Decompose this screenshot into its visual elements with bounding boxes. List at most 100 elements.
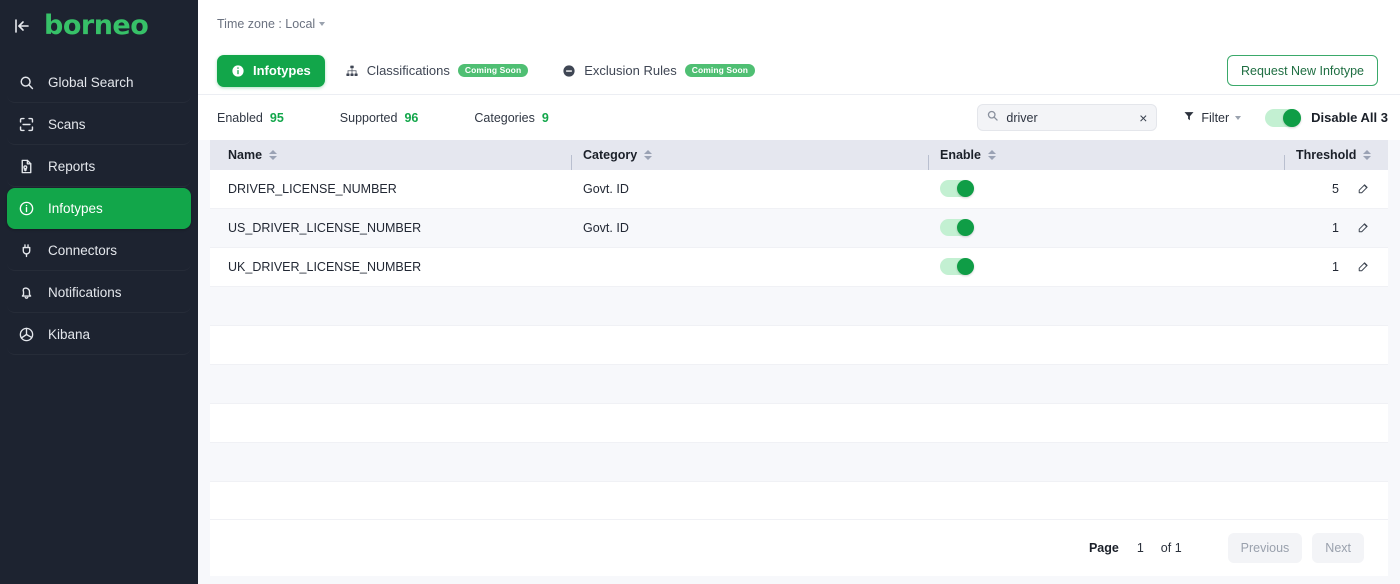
bottom-padding [198, 576, 1400, 584]
table-row-empty [210, 404, 1388, 443]
collapse-panel-icon[interactable] [12, 16, 32, 36]
toggle-knob [957, 258, 974, 276]
row-enable-toggle[interactable] [940, 219, 974, 237]
clear-search-icon[interactable]: × [1139, 111, 1148, 125]
chevron-down-icon [319, 21, 326, 26]
topbar: Time zone : Local [198, 0, 1400, 47]
report-document-icon [17, 157, 35, 175]
coming-soon-badge: Coming Soon [684, 63, 756, 78]
stat-enabled: Enabled 95 [217, 111, 284, 125]
sidebar-item-label: Kibana [48, 326, 91, 342]
page-number[interactable]: 1 [1137, 541, 1144, 555]
sidebar-item-label: Connectors [48, 242, 118, 258]
edit-pencil-icon[interactable] [1357, 182, 1370, 195]
kibana-pie-icon [17, 325, 35, 343]
cell-name: UK_DRIVER_LICENSE_NUMBER [228, 259, 422, 274]
tab-label: Infotypes [253, 63, 311, 78]
sidebar-item-reports[interactable]: Reports [7, 146, 191, 187]
tab-label: Exclusion Rules [584, 63, 677, 78]
cell-enable [928, 219, 1284, 237]
column-label: Category [583, 147, 638, 162]
column-header-name[interactable]: Name [216, 148, 571, 162]
timezone-label: Time zone : Local [217, 16, 316, 31]
app-root: borneo Global Search Scans Reports Infot… [0, 0, 1400, 584]
edit-pencil-icon[interactable] [1357, 221, 1370, 234]
table-row-empty [210, 286, 1388, 326]
search-icon [17, 73, 35, 91]
filter-label: Filter [1201, 110, 1230, 125]
table-row-empty [210, 482, 1388, 519]
column-header-category[interactable]: Category [571, 147, 928, 170]
sort-arrows-icon[interactable] [1363, 149, 1372, 160]
sidebar-item-scans[interactable]: Scans [7, 104, 191, 145]
disable-all-control[interactable]: Disable All 3 [1265, 108, 1388, 127]
cell-name: DRIVER_LICENSE_NUMBER [228, 181, 397, 196]
sidebar-item-kibana[interactable]: Kibana [7, 314, 191, 355]
disable-all-toggle[interactable] [1265, 108, 1302, 127]
sort-arrows-icon[interactable] [269, 149, 278, 160]
sidebar-item-label: Scans [48, 116, 86, 132]
column-label: Name [228, 147, 263, 162]
sidebar-item-infotypes[interactable]: Infotypes [7, 188, 191, 229]
cell-threshold: 1 [1284, 260, 1382, 274]
table-row-empty [210, 364, 1388, 404]
toggle-knob [957, 180, 974, 198]
disable-all-label: Disable All 3 [1311, 110, 1388, 125]
tab-infotypes[interactable]: Infotypes [217, 54, 325, 87]
table-row[interactable]: UK_DRIVER_LICENSE_NUMBER 1 [210, 248, 1388, 287]
cell-enable [928, 258, 1284, 276]
page-total: of 1 [1160, 541, 1182, 555]
search-box[interactable]: × [977, 104, 1158, 131]
bell-icon [17, 283, 35, 301]
tab-exclusion-rules[interactable]: Exclusion Rules Coming Soon [548, 55, 769, 87]
stat-supported: Supported 96 [340, 111, 419, 125]
previous-page-button[interactable]: Previous [1227, 533, 1303, 563]
minus-circle-icon [562, 64, 576, 78]
info-circle-icon [231, 64, 245, 78]
tab-list: Infotypes Classifications Coming Soon Ex… [217, 54, 769, 87]
cell-threshold: 5 [1284, 182, 1382, 196]
row-enable-toggle[interactable] [940, 180, 974, 198]
sidebar-item-label: Global Search [48, 74, 134, 90]
edit-pencil-icon[interactable] [1357, 260, 1370, 273]
sidebar-item-notifications[interactable]: Notifications [7, 272, 191, 313]
infotypes-table: Name Category Enable Threshold DRIVER_LI… [210, 140, 1388, 576]
filter-button[interactable]: Filter [1183, 110, 1242, 125]
cell-threshold: 1 [1284, 221, 1382, 235]
sidebar-header: borneo [0, 0, 198, 52]
search-input[interactable] [1006, 110, 1133, 125]
timezone-selector[interactable]: Time zone : Local [217, 16, 326, 31]
main-content: Time zone : Local Infotypes Classificati… [198, 0, 1400, 584]
plug-icon [17, 241, 35, 259]
sort-arrows-icon[interactable] [988, 149, 996, 160]
tabs-bar: Infotypes Classifications Coming Soon Ex… [198, 47, 1400, 95]
chevron-down-icon [1235, 115, 1242, 120]
search-icon [986, 109, 999, 127]
threshold-value: 5 [1332, 181, 1339, 196]
table-row[interactable]: US_DRIVER_LICENSE_NUMBER Govt. ID 1 [210, 208, 1388, 248]
table-row-empty [210, 442, 1388, 482]
cell-enable [928, 180, 1284, 198]
column-header-enable[interactable]: Enable [928, 148, 1284, 170]
sidebar: borneo Global Search Scans Reports Infot… [0, 0, 198, 584]
stat-value: 9 [541, 110, 549, 125]
sort-arrows-icon[interactable] [644, 149, 653, 160]
sidebar-item-connectors[interactable]: Connectors [7, 230, 191, 271]
sidebar-item-label: Notifications [48, 284, 122, 300]
column-label: Threshold [1296, 147, 1357, 162]
funnel-icon [1183, 110, 1195, 125]
stat-value: 96 [404, 110, 419, 125]
row-enable-toggle[interactable] [940, 258, 974, 276]
toggle-knob [1283, 108, 1302, 127]
column-header-threshold[interactable]: Threshold [1284, 147, 1382, 170]
coming-soon-badge: Coming Soon [457, 63, 529, 78]
cell-category: Govt. ID [583, 220, 629, 235]
sidebar-item-global-search[interactable]: Global Search [7, 62, 191, 103]
borneo-logo[interactable]: borneo [44, 12, 149, 39]
tab-classifications[interactable]: Classifications Coming Soon [331, 55, 542, 87]
request-new-infotype-button[interactable]: Request New Infotype [1227, 55, 1378, 86]
next-page-button[interactable]: Next [1312, 533, 1364, 563]
stat-categories: Categories 9 [474, 111, 548, 125]
table-row[interactable]: DRIVER_LICENSE_NUMBER Govt. ID 5 [210, 170, 1388, 209]
table-body: DRIVER_LICENSE_NUMBER Govt. ID 5 US_DRIV… [210, 170, 1388, 519]
